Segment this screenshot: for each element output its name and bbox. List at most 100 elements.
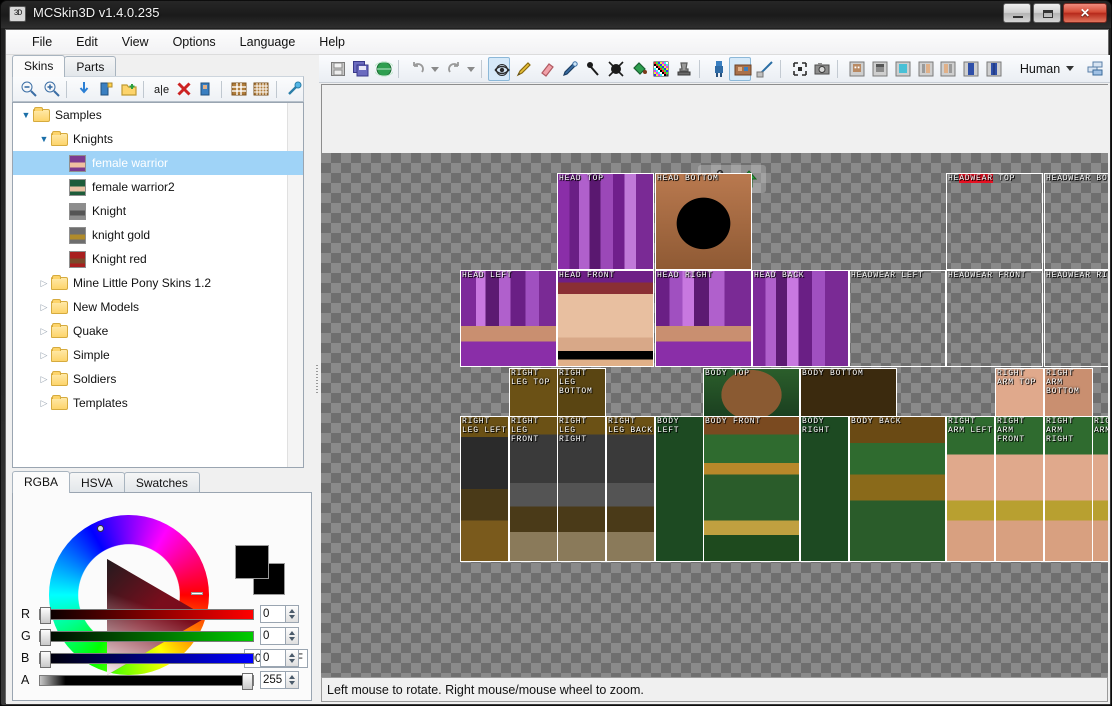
save-all-button[interactable]: [348, 57, 370, 81]
skin-part-cell[interactable]: BODY BACK: [849, 416, 946, 562]
rename-button[interactable]: a|e: [149, 78, 171, 100]
view-body-button[interactable]: [890, 57, 912, 81]
channel-value-r[interactable]: 0: [260, 605, 286, 623]
skin-part-cell[interactable]: HEAD BOTTOM: [655, 173, 752, 270]
tree-folder[interactable]: ▷ New Models: [13, 295, 303, 319]
tree-folder[interactable]: ▷ Simple: [13, 343, 303, 367]
transparency-mode-button[interactable]: [787, 57, 809, 81]
skin-part-cell[interactable]: HEAD FRONT: [557, 270, 654, 367]
minimize-button[interactable]: [1003, 3, 1031, 23]
redo-dropdown-button[interactable]: [464, 57, 476, 81]
zoom-in-button[interactable]: [40, 78, 62, 100]
channel-slider-knob[interactable]: [40, 628, 51, 646]
skin-part-cell[interactable]: RIGHT ARM FRONT: [995, 416, 1044, 562]
skin-part-cell[interactable]: RIGHT LEG RIGHT: [557, 416, 606, 562]
channel-slider-b[interactable]: [39, 650, 254, 668]
skin-part-cell[interactable]: RIGHT LEG FRONT: [509, 416, 558, 562]
tree-folder[interactable]: ▷ Soldiers: [13, 367, 303, 391]
skin-part-cell[interactable]: BODY FRONT: [703, 416, 800, 562]
channel-slider-r[interactable]: [39, 606, 254, 624]
color-tab-hsva[interactable]: HSVA: [69, 472, 125, 493]
tree-skin-item[interactable]: female warrior2: [13, 175, 303, 199]
screenshot-button[interactable]: [809, 57, 831, 81]
chevron-right-icon[interactable]: ▷: [37, 302, 51, 313]
darken-lighten-tool-button[interactable]: [603, 57, 625, 81]
channel-spinner-r[interactable]: [286, 605, 299, 623]
pencil-tool-button[interactable]: [511, 57, 533, 81]
skin-part-cell[interactable]: HEADWEAR TOP: [946, 173, 1043, 270]
grid-small-button[interactable]: [249, 78, 271, 100]
skin-part-cell[interactable]: HEADWEAR FRONT: [946, 270, 1043, 367]
channel-slider-a[interactable]: [39, 672, 254, 690]
chevron-right-icon[interactable]: ▷: [37, 374, 51, 385]
skin-part-cell[interactable]: RIGHT LEG BACK: [606, 416, 655, 562]
dock-layout-button[interactable]: [1082, 57, 1104, 81]
tree-skin-item[interactable]: female warrior: [13, 151, 303, 175]
menu-edit[interactable]: Edit: [64, 32, 110, 52]
chevron-down-icon[interactable]: ▼: [19, 110, 33, 120]
view-leg-left-button[interactable]: [958, 57, 980, 81]
toggle-model-button[interactable]: [706, 57, 728, 81]
channel-value-b[interactable]: 0: [260, 649, 286, 667]
channel-spinner-a[interactable]: [286, 671, 299, 689]
grid-large-button[interactable]: [227, 78, 249, 100]
skin-tree[interactable]: ▼ Samples ▼ Knights female warrior female war…: [12, 102, 304, 468]
skin-part-cell[interactable]: RIGHT ARM BACK: [1092, 416, 1108, 562]
skin-part-cell[interactable]: RIGHT ARM RIGHT: [1044, 416, 1093, 562]
chevron-right-icon[interactable]: ▷: [37, 350, 51, 361]
menu-language[interactable]: Language: [228, 32, 308, 52]
view-helmet-button[interactable]: [867, 57, 889, 81]
model-preview-pane[interactable]: [321, 84, 1108, 153]
skin-part-cell[interactable]: BODY RIGHT: [800, 416, 849, 562]
skin-part-cell[interactable]: RIGHT LEG TOP: [509, 368, 558, 417]
tree-folder[interactable]: ▷ Templates: [13, 391, 303, 415]
menu-options[interactable]: Options: [161, 32, 228, 52]
skin-part-cell[interactable]: BODY TOP: [703, 368, 800, 417]
channel-value-g[interactable]: 0: [260, 627, 286, 645]
dropper-tool-button[interactable]: [557, 57, 579, 81]
tree-skin-item[interactable]: Knight red: [13, 247, 303, 271]
menu-view[interactable]: View: [110, 32, 161, 52]
bucket-fill-tool-button[interactable]: [626, 57, 648, 81]
color-tab-swatches[interactable]: Swatches: [123, 472, 200, 493]
skin-part-cell[interactable]: HEADWEAR BOTTOM: [1044, 173, 1108, 270]
undo-dropdown-button[interactable]: [428, 57, 440, 81]
view-head-button[interactable]: [844, 57, 866, 81]
channel-spinner-b[interactable]: [286, 649, 299, 667]
model-select[interactable]: Human: [1014, 60, 1080, 78]
skin-part-cell[interactable]: BODY LEFT: [655, 416, 704, 562]
skin-part-cell[interactable]: BODY BOTTOM: [800, 368, 897, 417]
tree-folder[interactable]: ▷ Mine Little Pony Skins 1.2: [13, 271, 303, 295]
noise-tool-button[interactable]: [648, 57, 670, 81]
import-skin-button[interactable]: [72, 78, 94, 100]
color-tab-rgba[interactable]: RGBA: [12, 471, 71, 493]
skin-part-cell[interactable]: HEAD TOP: [557, 173, 654, 270]
tab-parts[interactable]: Parts: [64, 56, 117, 77]
skin-part-cell[interactable]: RIGHT ARM BOTTOM: [1044, 368, 1093, 417]
skin-part-cell[interactable]: HEAD RIGHT: [655, 270, 752, 367]
maximize-button[interactable]: [1033, 3, 1061, 23]
new-skin-button[interactable]: [94, 78, 116, 100]
skin-part-cell[interactable]: HEAD BACK: [752, 270, 849, 367]
channel-slider-knob[interactable]: [40, 606, 51, 624]
camera-tool-button[interactable]: [488, 56, 511, 81]
channel-spinner-g[interactable]: [286, 627, 299, 645]
treeview-button[interactable]: [282, 78, 304, 100]
skin-part-cell[interactable]: RIGHT ARM TOP: [995, 368, 1044, 417]
skin-part-cell[interactable]: HEADWEAR LEFT: [849, 270, 946, 367]
toggle-texture-button[interactable]: [728, 56, 752, 81]
channel-slider-g[interactable]: [39, 628, 254, 646]
view-arm-left-button[interactable]: [913, 57, 935, 81]
hue-marker[interactable]: [97, 525, 104, 532]
delete-button[interactable]: [172, 78, 194, 100]
menu-file[interactable]: File: [20, 32, 64, 52]
foreground-color-swatch[interactable]: [235, 545, 269, 579]
zoom-out-button[interactable]: [17, 78, 39, 100]
menu-help[interactable]: Help: [307, 32, 357, 52]
stamp-tool-button[interactable]: [671, 57, 693, 81]
clone-skin-button[interactable]: [194, 78, 216, 100]
close-button[interactable]: ✕: [1063, 3, 1107, 23]
channel-value-a[interactable]: 255: [260, 671, 286, 689]
tree-folder[interactable]: ▼ Knights: [13, 127, 303, 151]
texture-canvas[interactable]: HEAD TOP HEAD BOTTOM HEADWEAR TOP HEADWEAR …: [321, 153, 1108, 677]
